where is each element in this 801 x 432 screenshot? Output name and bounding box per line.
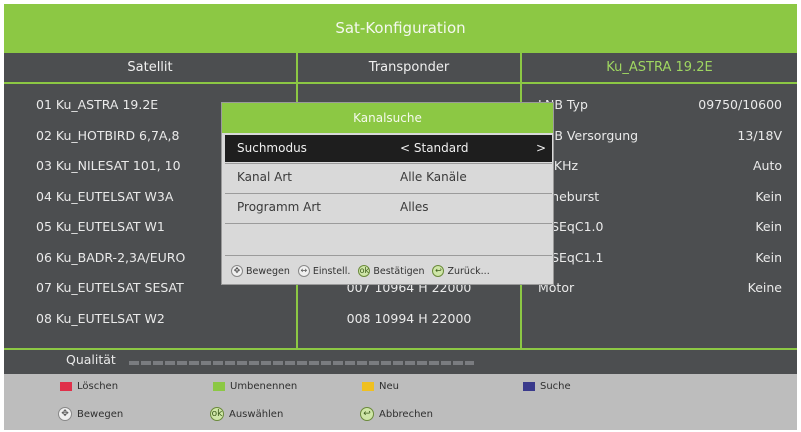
footer-yellow-key[interactable]: Neu xyxy=(362,381,399,392)
ok-icon: ok xyxy=(358,265,371,277)
signal-quality: Qualität xyxy=(4,348,797,374)
option-value: Alle Kanäle xyxy=(400,170,467,184)
footer-select[interactable]: ok Auswählen xyxy=(210,407,283,421)
footer-exit[interactable]: ↩ Abbrechen xyxy=(360,407,433,421)
footer-green-key[interactable]: Umbenennen xyxy=(213,381,297,392)
column-header-transponder: Transponder xyxy=(368,60,450,75)
ok-icon: ok xyxy=(210,407,224,421)
divider xyxy=(225,223,552,224)
option-label: Programm Art xyxy=(237,200,321,214)
dialog-help-bar: ✥ Bewegen ↔ Einstell. ok Bestätigen ↩ Zurück… xyxy=(225,259,552,283)
green-key-icon xyxy=(213,382,225,391)
option-value: < Standard xyxy=(400,141,469,155)
setting-value: Keine xyxy=(747,280,782,295)
transponder-item[interactable]: 008 10994 H 22000 xyxy=(298,304,520,335)
option-label: Suchmodus xyxy=(237,141,307,155)
setting-row[interactable]: DiSEqC1.1 Kein xyxy=(538,243,788,274)
screen: Sat-Konfiguration Satellit Transponder K… xyxy=(4,4,797,430)
footer-blue-key[interactable]: Suche xyxy=(523,381,571,392)
header-divider xyxy=(4,82,797,84)
footer-label: Neu xyxy=(379,381,399,392)
chevron-right-icon[interactable]: > xyxy=(536,135,546,162)
satellite-settings: LNB Typ 09750/10600 LNB Versorgung 13/18V … xyxy=(538,90,788,304)
setting-row[interactable]: Motor Keine xyxy=(538,273,788,304)
dpad-icon: ✥ xyxy=(231,265,243,277)
page-title: Sat-Konfiguration xyxy=(4,4,797,53)
setting-value: Kein xyxy=(755,249,782,265)
exit-icon: ↩ xyxy=(360,407,374,421)
channel-search-dialog: Kanalsuche Suchmodus < Standard > Kanal … xyxy=(221,102,554,285)
footer-move[interactable]: ✥ Bewegen xyxy=(58,407,123,421)
setting-value: Kein xyxy=(755,219,782,234)
search-mode-option[interactable]: Suchmodus < Standard > xyxy=(225,135,552,162)
column-header-selected-satellite: Ku_ASTRA 19.2E xyxy=(606,60,713,75)
quality-bar xyxy=(129,361,474,365)
help-label: Zurück... xyxy=(447,265,490,277)
help-confirm[interactable]: ok Bestätigen xyxy=(358,265,424,277)
footer-label: Umbenennen xyxy=(230,381,298,392)
help-adjust[interactable]: ↔ Einstell. xyxy=(297,265,351,277)
help-label: Bewegen xyxy=(246,265,290,277)
footer-label: Abbrechen xyxy=(379,408,433,420)
setting-row[interactable]: Toneburst Kein xyxy=(538,182,788,213)
help-label: Einstell. xyxy=(312,265,351,277)
channel-type-option[interactable]: Kanal Art Alle Kanäle xyxy=(225,164,552,191)
footer-red-key[interactable]: Löschen xyxy=(60,381,118,392)
back-icon: ↩ xyxy=(432,265,445,277)
help-move[interactable]: ✥ Bewegen xyxy=(231,265,290,277)
setting-value: 13/18V xyxy=(737,127,782,143)
help-label: Bestätigen xyxy=(373,265,425,277)
divider xyxy=(225,255,552,256)
quality-label: Qualität xyxy=(66,352,116,367)
option-value: Alles xyxy=(400,200,429,214)
footer-label: Suche xyxy=(540,381,571,392)
setting-row[interactable]: 22KHz Auto xyxy=(538,151,788,182)
help-back[interactable]: ↩ Zurück... xyxy=(432,265,490,277)
arrows-icon: ↔ xyxy=(297,265,310,277)
blue-key-icon xyxy=(523,382,535,391)
footer-label: Auswählen xyxy=(229,408,284,420)
option-label: Kanal Art xyxy=(237,170,292,184)
setting-value: Kein xyxy=(755,188,782,204)
satellite-item[interactable]: 08 Ku_EUTELSAT W2 xyxy=(36,304,296,335)
setting-row[interactable]: DiSEqC1.0 Kein xyxy=(538,212,788,243)
setting-value: 09750/10600 xyxy=(698,97,782,112)
program-type-option[interactable]: Programm Art Alles xyxy=(225,194,552,221)
footer-label: Löschen xyxy=(77,381,119,392)
dialog-title: Kanalsuche xyxy=(222,103,553,133)
yellow-key-icon xyxy=(362,382,374,391)
column-header-satellite: Satellit xyxy=(127,60,173,75)
setting-row[interactable]: LNB Versorgung 13/18V xyxy=(538,121,788,152)
red-key-icon xyxy=(60,382,72,391)
setting-row[interactable]: LNB Typ 09750/10600 xyxy=(538,90,788,121)
footer-help: Löschen Umbenennen Neu Suche ✥ Bewegen o… xyxy=(4,374,797,430)
dpad-icon: ✥ xyxy=(58,407,72,421)
setting-value: Auto xyxy=(752,158,782,173)
footer-label: Bewegen xyxy=(77,408,124,420)
